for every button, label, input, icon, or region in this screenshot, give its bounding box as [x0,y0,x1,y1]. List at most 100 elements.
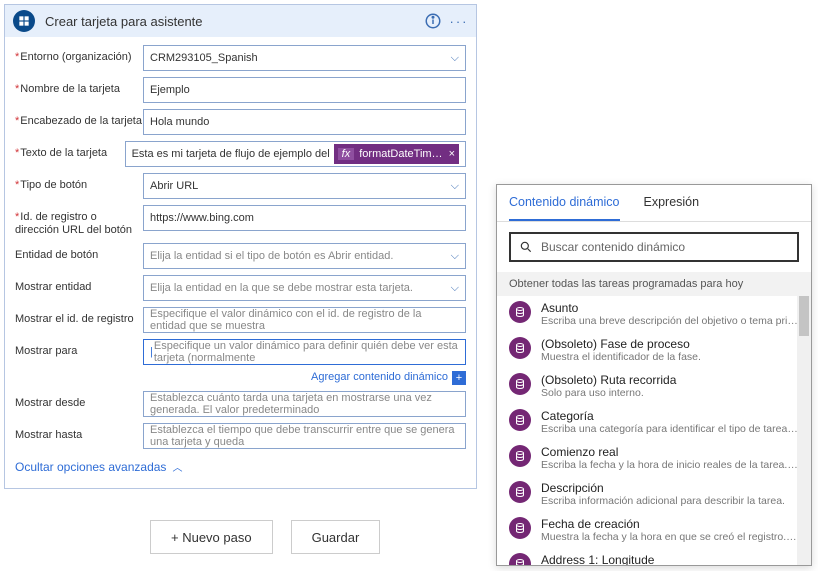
card-title: Crear tarjeta para asistente [45,14,416,29]
entity-icon [509,409,531,431]
name-label: Nombre de la tarjeta [15,77,143,96]
regid-value: https://www.bing.com [150,212,254,224]
entity-icon [509,337,531,359]
chevron-down-icon: ⌵ [451,180,459,193]
plus-icon[interactable]: + [452,371,466,385]
item-title: Asunto [541,301,799,315]
chevron-up-icon: ︿ [172,459,182,474]
item-title: Descripción [541,481,799,495]
hide-advanced-label: Ocultar opciones avanzadas [15,460,166,474]
entity-icon [509,301,531,323]
add-dynamic-label: Agregar contenido dinámico [311,371,448,383]
token-remove-icon[interactable]: × [449,148,455,160]
btnentity-select[interactable]: Elija la entidad si el tipo de botón es … [143,243,466,269]
dynamic-content-item[interactable]: Fecha de creaciónMuestra la fecha y la h… [497,512,811,548]
entity-icon [509,445,531,467]
btnentity-ph: Elija la entidad si el tipo de botón es … [150,250,393,262]
btntype-select[interactable]: Abrir URL ⌵ [143,173,466,199]
dynamic-content-item[interactable]: CategoríaEscriba una categoría para iden… [497,404,811,440]
entity-icon [509,481,531,503]
header-input[interactable]: Hola mundo [143,109,466,135]
dynamic-content-item[interactable]: Address 1: LongitudeLongitude for addres… [497,548,811,565]
showregid-input[interactable]: Especifique el valor dinámico con el id.… [143,307,466,333]
env-select[interactable]: CRM293105_Spanish ⌵ [143,45,466,71]
item-desc: Muestra el identificador de la fase. [541,351,799,363]
entity-icon [509,553,531,565]
btntype-value: Abrir URL [150,180,198,192]
card-header: Crear tarjeta para asistente ··· [5,5,476,37]
action-card: Crear tarjeta para asistente ··· Entorno… [4,4,477,489]
showentity-select[interactable]: Elija la entidad en la que se debe mostr… [143,275,466,301]
header-value: Hola mundo [150,116,209,128]
scrollbar-thumb[interactable] [799,296,809,336]
chevron-down-icon: ⌵ [451,250,459,263]
search-icon [519,240,533,254]
item-desc: Escriba la fecha y la hora de inicio rea… [541,459,799,471]
dynamic-content-panel: Contenido dinámico Expresión Buscar cont… [496,184,812,566]
save-button[interactable]: Guardar [291,520,381,554]
add-dynamic-link[interactable]: Agregar contenido dinámico [311,371,448,385]
item-title: (Obsoleto) Fase de proceso [541,337,799,351]
item-title: Fecha de creación [541,517,799,531]
item-desc: Muestra la fecha y la hora en que se cre… [541,531,799,543]
new-step-button[interactable]: + Nuevo paso [150,520,273,554]
fx-icon: fx [338,148,355,160]
dynamic-content-item[interactable]: (Obsoleto) Ruta recorridaSolo para uso i… [497,368,811,404]
regid-input[interactable]: https://www.bing.com [143,205,466,231]
showregid-ph: Especifique el valor dinámico con el id.… [150,308,459,332]
item-desc: Escriba información adicional para descr… [541,495,799,507]
showregid-label: Mostrar el id. de registro [15,307,143,326]
showfrom-input[interactable]: Establezca cuánto tarda una tarjeta en m… [143,391,466,417]
action-logo-icon [13,10,35,32]
btnentity-label: Entidad de botón [15,243,143,262]
dynamic-content-item[interactable]: DescripciónEscriba información adicional… [497,476,811,512]
item-title: Categoría [541,409,799,423]
scrollbar[interactable] [797,296,811,565]
showuntil-label: Mostrar hasta [15,423,143,442]
env-label: Entorno (organización) [15,45,143,64]
panel-search: Buscar contenido dinámico [497,222,811,272]
btntype-label: Tipo de botón [15,173,143,192]
header-label: Encabezado de la tarjeta [15,109,143,128]
item-desc: Escriba una breve descripción del objeti… [541,315,799,327]
text-label: Texto de la tarjeta [15,141,125,160]
name-input[interactable]: Ejemplo [143,77,466,103]
showfrom-label: Mostrar desde [15,391,143,410]
showuntil-input[interactable]: Establezca el tiempo que debe transcurri… [143,423,466,449]
dynamic-content-item[interactable]: Comienzo realEscriba la fecha y la hora … [497,440,811,476]
dynamic-content-item[interactable]: AsuntoEscriba una breve descripción del … [497,296,811,332]
token-label: formatDateTim… [359,148,442,160]
panel-section-title: Obtener todas las tareas programadas par… [497,272,811,296]
panel-tabs: Contenido dinámico Expresión [497,185,811,222]
text-value: Esta es mi tarjeta de flujo de ejemplo d… [132,148,330,160]
footer-buttons: + Nuevo paso Guardar [150,520,380,554]
tab-dynamic-content[interactable]: Contenido dinámico [509,185,620,221]
item-title: Comienzo real [541,445,799,459]
showentity-ph: Elija la entidad en la que se debe mostr… [150,282,413,294]
dynamic-content-item[interactable]: (Obsoleto) Fase de procesoMuestra el ide… [497,332,811,368]
env-value: CRM293105_Spanish [150,52,258,64]
chevron-down-icon: ⌵ [451,52,459,65]
showentity-label: Mostrar entidad [15,275,143,294]
showfrom-ph: Establezca cuánto tarda una tarjeta en m… [150,392,459,416]
search-placeholder: Buscar contenido dinámico [541,240,685,254]
showfor-input[interactable]: |Especifique un valor dinámico para defi… [143,339,466,365]
text-input[interactable]: Esta es mi tarjeta de flujo de ejemplo d… [125,141,466,167]
expression-token[interactable]: fx formatDateTim… × [334,144,459,164]
item-desc: Solo para uso interno. [541,387,799,399]
hide-advanced-link[interactable]: Ocultar opciones avanzadas ︿ [15,459,466,474]
more-icon[interactable]: ··· [450,12,468,30]
card-body: Entorno (organización) CRM293105_Spanish… [5,37,476,488]
info-icon[interactable] [424,12,442,30]
regid-label: Id. de registro o dirección URL del botó… [15,205,143,237]
item-desc: Escriba una categoría para identificar e… [541,423,799,435]
item-title: (Obsoleto) Ruta recorrida [541,373,799,387]
entity-icon [509,517,531,539]
add-dynamic-row: Agregar contenido dinámico + [15,371,466,385]
tab-expression[interactable]: Expresión [644,185,700,221]
entity-icon [509,373,531,395]
showfor-label: Mostrar para [15,339,143,358]
showfor-ph: Especifique un valor dinámico para defin… [154,340,459,364]
panel-list: AsuntoEscriba una breve descripción del … [497,296,811,565]
search-input[interactable]: Buscar contenido dinámico [509,232,799,262]
